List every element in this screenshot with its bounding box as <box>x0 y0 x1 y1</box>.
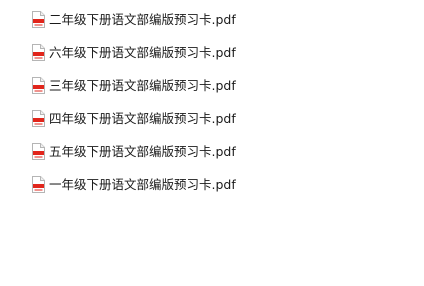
file-item[interactable]: 四年级下册语文部编版预习卡.pdf <box>32 102 236 135</box>
pdf-file-icon <box>32 143 45 160</box>
file-list: 二年级下册语文部编版预习卡.pdf 六年级下册语文部编版预习卡.pdf 三年级下… <box>32 3 236 201</box>
file-item[interactable]: 二年级下册语文部编版预习卡.pdf <box>32 3 236 36</box>
file-item[interactable]: 六年级下册语文部编版预习卡.pdf <box>32 36 236 69</box>
file-item[interactable]: 三年级下册语文部编版预习卡.pdf <box>32 69 236 102</box>
pdf-file-icon <box>32 11 45 28</box>
file-item[interactable]: 一年级下册语文部编版预习卡.pdf <box>32 168 236 201</box>
pdf-file-icon <box>32 176 45 193</box>
file-name: 三年级下册语文部编版预习卡.pdf <box>49 78 236 93</box>
file-item[interactable]: 五年级下册语文部编版预习卡.pdf <box>32 135 236 168</box>
pdf-file-icon <box>32 77 45 94</box>
pdf-file-icon <box>32 44 45 61</box>
file-name: 六年级下册语文部编版预习卡.pdf <box>49 45 236 60</box>
pdf-file-icon <box>32 110 45 127</box>
file-name: 二年级下册语文部编版预习卡.pdf <box>49 12 236 27</box>
file-name: 五年级下册语文部编版预习卡.pdf <box>49 144 236 159</box>
file-name: 四年级下册语文部编版预习卡.pdf <box>49 111 236 126</box>
file-name: 一年级下册语文部编版预习卡.pdf <box>49 177 236 192</box>
